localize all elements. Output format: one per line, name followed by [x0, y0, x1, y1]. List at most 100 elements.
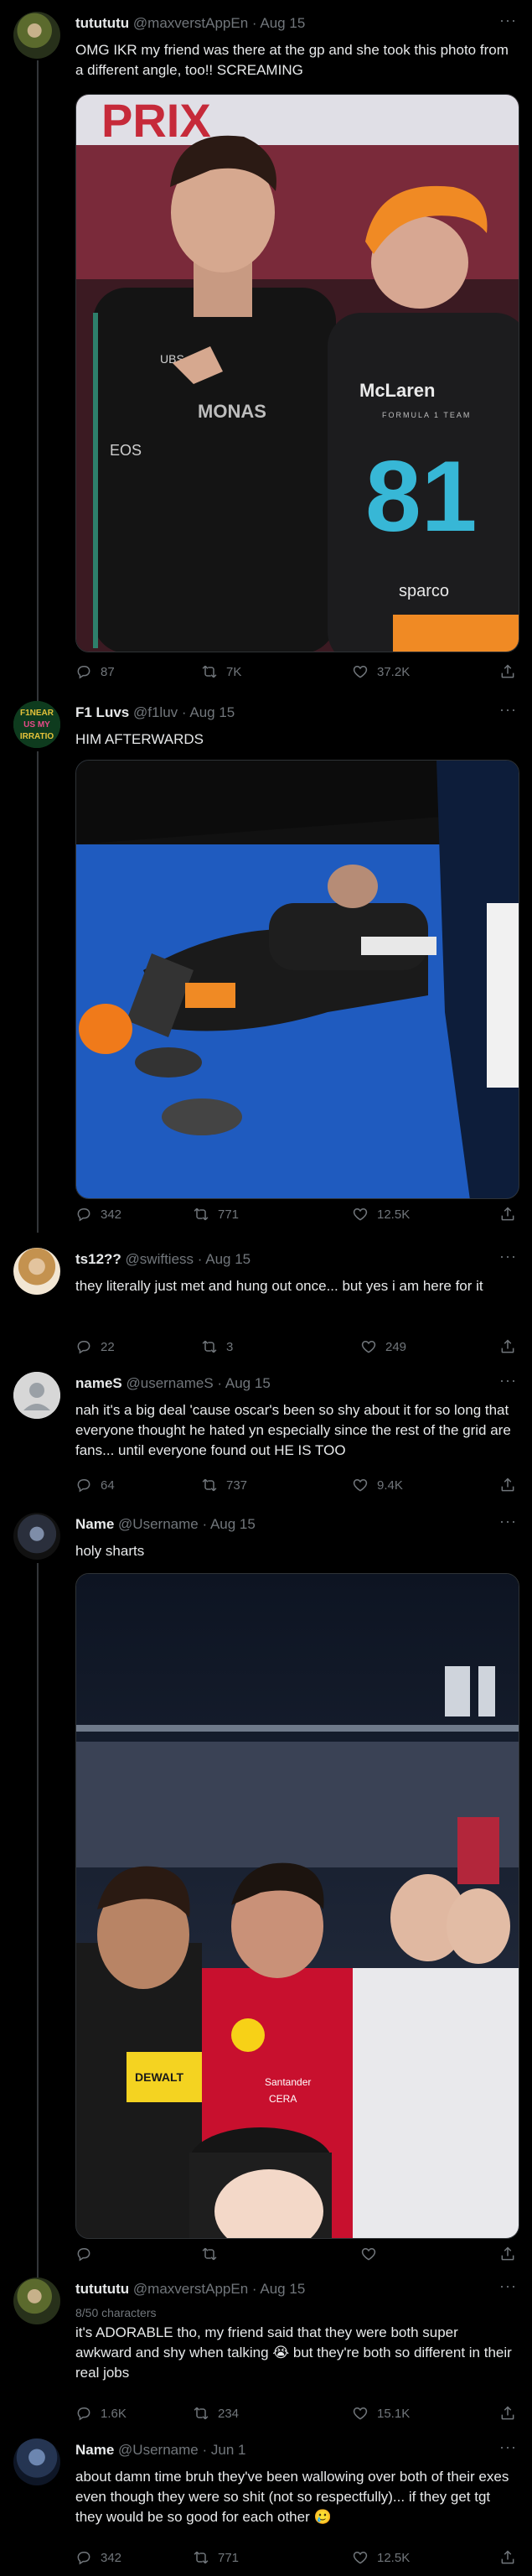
- retweet-button[interactable]: 771: [193, 2549, 239, 2566]
- heart-icon: [352, 2405, 369, 2422]
- tweet-text: they literally just met and hung out onc…: [75, 1278, 483, 1294]
- retweet-button[interactable]: 737: [201, 1477, 247, 1493]
- heart-icon: [352, 663, 369, 680]
- share-button[interactable]: [499, 2246, 516, 2262]
- display-name[interactable]: tutututu: [75, 15, 129, 31]
- user-handle[interactable]: @maxverstAppEn: [133, 2281, 248, 2297]
- thread-line: [37, 751, 39, 1233]
- retweet-button[interactable]: 7K: [201, 663, 241, 680]
- tweet-date[interactable]: Aug 15: [205, 1251, 251, 1267]
- tweet-6[interactable]: tutututu @maxverstAppEn · Aug 15 ··· 8/5…: [0, 2264, 532, 2423]
- separator-dot: ·: [251, 15, 257, 31]
- photo-sponsor2-text: DEWALT: [135, 2070, 184, 2084]
- share-button[interactable]: [499, 1206, 516, 1223]
- share-button[interactable]: [499, 2549, 516, 2566]
- reply-count: 342: [101, 1207, 122, 1222]
- tweet-date[interactable]: Aug 15: [210, 1516, 256, 1532]
- thread-line: [37, 60, 39, 688]
- like-button[interactable]: 15.1K: [352, 2405, 410, 2422]
- avatar[interactable]: [13, 2277, 60, 2324]
- share-icon: [499, 2405, 516, 2422]
- display-name[interactable]: nameS: [75, 1375, 122, 1391]
- reply-button[interactable]: 22: [75, 1338, 115, 1355]
- more-options-icon[interactable]: ···: [499, 1513, 517, 1530]
- more-options-icon[interactable]: ···: [499, 701, 517, 719]
- tweet-date[interactable]: Aug 15: [189, 704, 235, 720]
- share-button[interactable]: [499, 2405, 516, 2422]
- share-button[interactable]: [499, 1338, 516, 1355]
- tweet-date[interactable]: Jun 1: [211, 2442, 246, 2458]
- heart-icon: [360, 1338, 377, 1355]
- tweet-1[interactable]: tutututu @maxverstAppEn · Aug 15 ··· OMG…: [0, 0, 532, 688]
- user-handle[interactable]: @Username: [118, 1516, 199, 1532]
- avatar[interactable]: [13, 2438, 60, 2485]
- reply-count: 87: [101, 664, 115, 679]
- like-button[interactable]: 12.5K: [352, 2549, 410, 2566]
- display-name[interactable]: tutututu: [75, 2281, 129, 2297]
- avatar-text-line2: US MY: [23, 720, 50, 730]
- retweet-icon: [201, 1338, 218, 1355]
- more-options-icon[interactable]: ···: [499, 1248, 517, 1265]
- display-name[interactable]: F1 Luvs: [75, 704, 129, 720]
- retweet-button[interactable]: 771: [193, 1206, 239, 1223]
- more-options-icon[interactable]: ···: [499, 2438, 517, 2456]
- tweet-2[interactable]: F1NEAR US MY IRRATIO F1 Luvs @f1luv · Au…: [0, 688, 532, 1233]
- tweet-3[interactable]: ts12?? @swiftiess · Aug 15 ··· they lite…: [0, 1241, 532, 1367]
- tweet-date[interactable]: Aug 15: [225, 1375, 271, 1391]
- more-options-icon[interactable]: ···: [499, 1372, 517, 1389]
- more-options-icon[interactable]: ···: [499, 2277, 517, 2295]
- share-button[interactable]: [499, 663, 516, 680]
- reply-button[interactable]: 87: [75, 663, 115, 680]
- more-options-icon[interactable]: ···: [499, 12, 517, 29]
- user-handle[interactable]: @swiftiess: [126, 1251, 194, 1267]
- like-count: 12.5K: [377, 1207, 411, 1222]
- tweet-photo[interactable]: PRIX MONAS EOS UBS McLaren FORMULA 1 TEA…: [75, 94, 519, 652]
- sparco-text: sparco: [399, 582, 449, 600]
- like-button[interactable]: [360, 2246, 385, 2262]
- share-button[interactable]: [499, 1477, 516, 1493]
- tweet-text: OMG IKR my friend was there at the gp an…: [75, 42, 509, 78]
- heart-icon: [352, 1206, 369, 1223]
- user-handle[interactable]: @usernameS: [126, 1375, 213, 1391]
- user-handle[interactable]: @maxverstAppEn: [133, 15, 248, 31]
- avatar[interactable]: [13, 12, 60, 59]
- reply-button[interactable]: 342: [75, 2549, 121, 2566]
- retweet-button[interactable]: [201, 2246, 226, 2262]
- avatar[interactable]: F1NEAR US MY IRRATIO: [13, 701, 60, 748]
- reply-button[interactable]: 342: [75, 1206, 121, 1223]
- display-name[interactable]: ts12??: [75, 1251, 121, 1267]
- separator-dot: ·: [251, 2281, 257, 2297]
- tweet-photo[interactable]: [75, 760, 519, 1199]
- tweet-date[interactable]: Aug 15: [260, 15, 305, 31]
- like-button[interactable]: 37.2K: [352, 663, 410, 680]
- retweet-button[interactable]: 3: [201, 1338, 233, 1355]
- tweet-4[interactable]: nameS @usernameS · Aug 15 ··· nah it's a…: [0, 1367, 532, 1501]
- tweet-header: tutututu @maxverstAppEn · Aug 15: [75, 2281, 515, 2298]
- tweet-text: holy sharts: [75, 1543, 145, 1559]
- like-button[interactable]: 249: [360, 1338, 406, 1355]
- reply-count: 1.6K: [101, 2406, 127, 2421]
- thread-line: [37, 1563, 39, 2264]
- reply-button[interactable]: 1.6K: [75, 2405, 127, 2422]
- user-handle[interactable]: @f1luv: [133, 704, 178, 720]
- reply-button[interactable]: 64: [75, 1477, 115, 1493]
- reply-button[interactable]: [75, 2246, 101, 2262]
- tweet-5[interactable]: Name @Username · Aug 15 ··· holy sharts …: [0, 1501, 532, 2264]
- tweet-7[interactable]: Name @Username · Jun 1 ··· about damn ti…: [0, 2432, 532, 2576]
- tweet-header: nameS @usernameS · Aug 15: [75, 1375, 515, 1392]
- like-button[interactable]: 9.4K: [352, 1477, 403, 1493]
- default-avatar-icon: [13, 1372, 60, 1419]
- like-button[interactable]: 12.5K: [352, 1206, 410, 1223]
- tweet-photo[interactable]: DEWALT Santander CERA: [75, 1573, 519, 2239]
- display-name[interactable]: Name: [75, 2442, 114, 2458]
- avatar[interactable]: [13, 1372, 60, 1419]
- car-number-text: 81: [365, 440, 477, 553]
- avatar[interactable]: [13, 1248, 60, 1295]
- retweet-button[interactable]: 234: [193, 2405, 239, 2422]
- user-handle[interactable]: @Username: [118, 2442, 199, 2458]
- display-name[interactable]: Name: [75, 1516, 114, 1532]
- avatar-text-line1: F1NEAR: [20, 709, 54, 718]
- tweet-date[interactable]: Aug 15: [260, 2281, 305, 2297]
- heart-icon: [360, 2246, 377, 2262]
- avatar[interactable]: [13, 1513, 60, 1560]
